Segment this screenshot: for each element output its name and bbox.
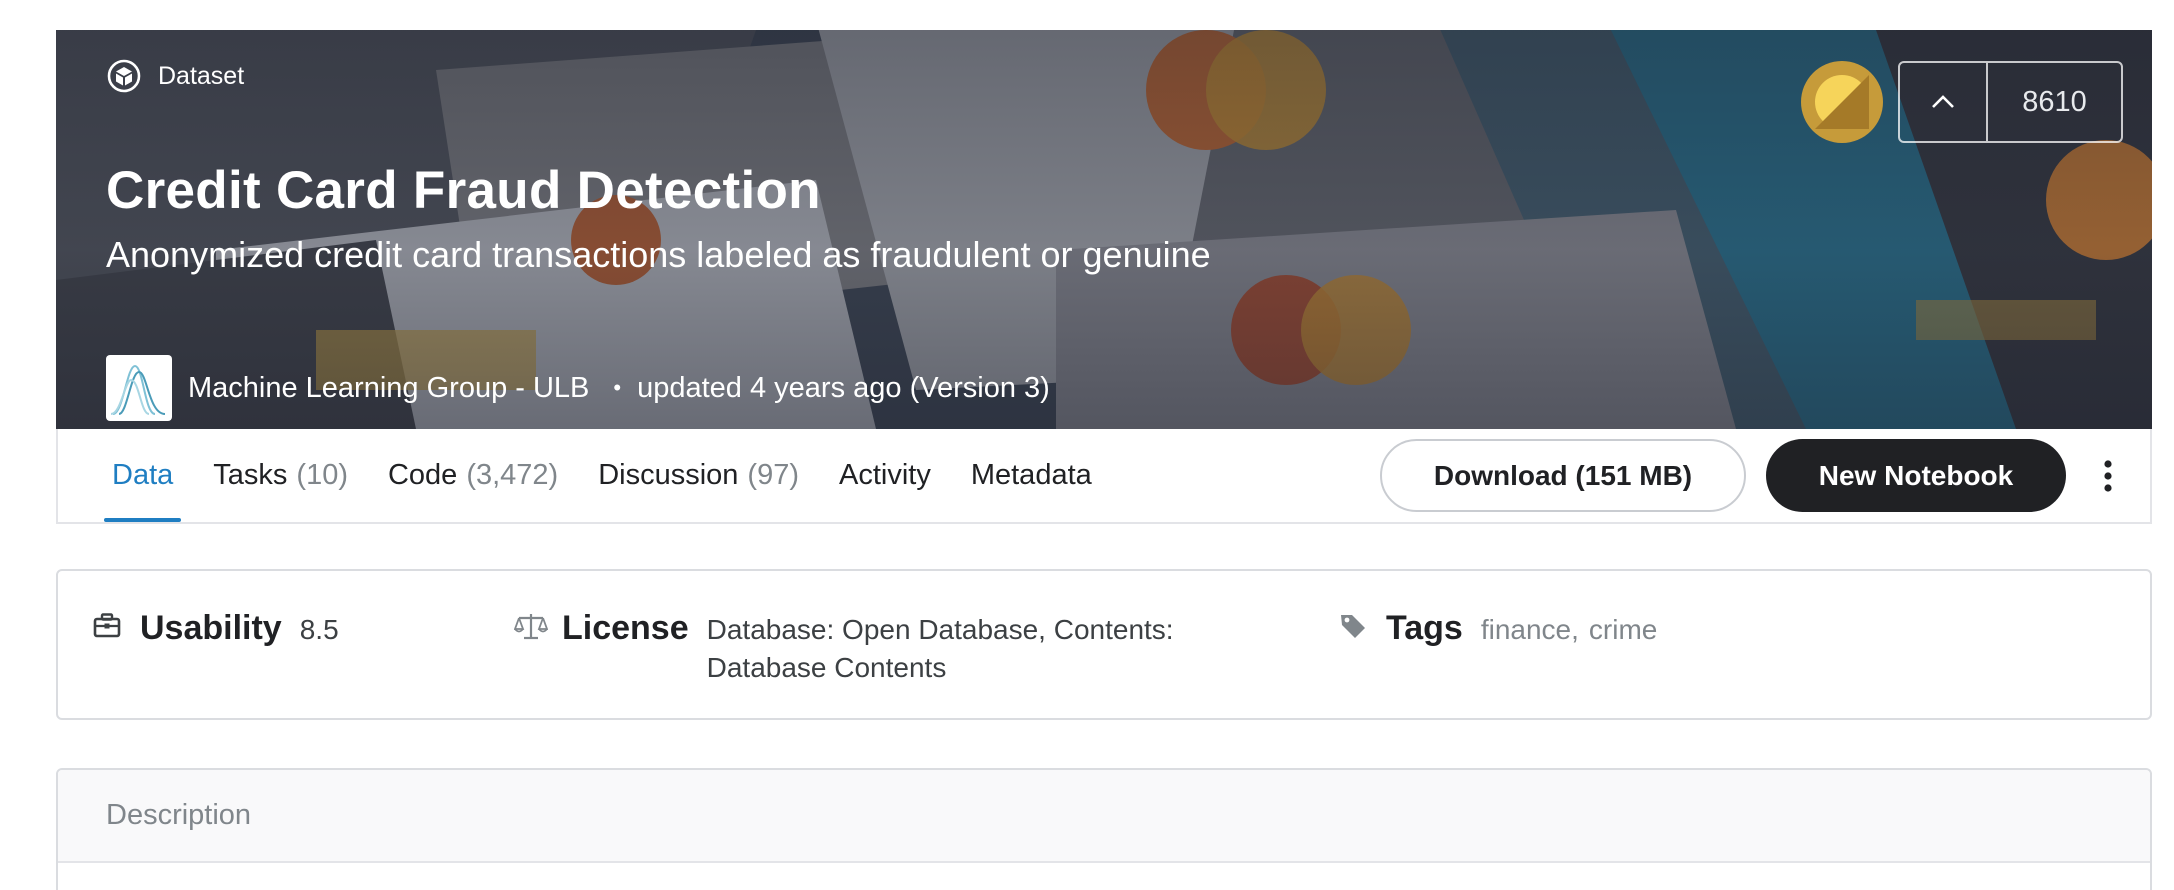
description-card: Description: [56, 768, 2152, 890]
dataset-tab-bar: Data Tasks (10) Code (3,472) Discussion …: [56, 429, 2152, 524]
tab-label: Metadata: [970, 459, 1092, 491]
tag-crime[interactable]: crime: [1589, 611, 1657, 649]
medal-icon: [1815, 75, 1869, 129]
tab-discussion[interactable]: Discussion (97): [590, 429, 807, 522]
owner-name-link[interactable]: Machine Learning Group - ULB: [188, 372, 589, 405]
updated-text: updated 4 years ago (Version 3): [637, 371, 1050, 404]
tab-metadata[interactable]: Metadata: [963, 429, 1100, 522]
tab-label: Code: [387, 459, 458, 491]
new-notebook-button[interactable]: New Notebook: [1766, 439, 2066, 512]
tab-count: (3,472): [466, 459, 559, 491]
tag-icon: [1338, 611, 1372, 645]
dataset-type-text: Dataset: [158, 61, 245, 90]
dataset-owner-row: Machine Learning Group - ULB • updated 4…: [106, 355, 1050, 421]
tab-code[interactable]: Code (3,472): [380, 429, 566, 522]
license-label: License: [562, 609, 689, 647]
tab-label: Activity: [839, 459, 931, 491]
briefcase-icon: [92, 611, 126, 645]
tab-label: Tasks: [213, 459, 288, 491]
dataset-info-card: Usability 8.5 License Database: Open Dat…: [56, 569, 2152, 720]
tags-label: Tags: [1386, 609, 1463, 647]
owner-logo-icon: [110, 364, 166, 415]
tab-label: Discussion: [598, 459, 739, 491]
tab-data[interactable]: Data: [104, 429, 182, 522]
description-body: [58, 863, 2150, 890]
gold-medal-badge[interactable]: [1801, 61, 1883, 143]
dataset-title: Credit Card Fraud Detection: [106, 161, 821, 220]
upvote-widget: 8610: [1898, 61, 2123, 143]
tag-finance[interactable]: finance: [1481, 611, 1571, 649]
description-header: Description: [58, 770, 2150, 863]
usability-score: 8.5: [299, 614, 339, 645]
tab-count: (97): [747, 459, 799, 491]
tag-list: finance , crime: [1481, 611, 1658, 649]
tag-separator: ,: [1571, 614, 1579, 645]
owner-avatar[interactable]: [106, 355, 172, 421]
tab-label: Data: [112, 459, 174, 491]
dataset-icon: [106, 58, 142, 94]
tab-count: (10): [296, 459, 348, 491]
tab-activity[interactable]: Activity: [831, 429, 939, 522]
download-button[interactable]: Download (151 MB): [1380, 439, 1746, 512]
license-section: License Database: Open Database, Content…: [514, 607, 1227, 687]
tab-list: Data Tasks (10) Code (3,472) Discussion …: [104, 429, 1124, 522]
tags-section: Tags finance , crime: [1338, 607, 1657, 649]
upvote-button[interactable]: [1900, 63, 1988, 141]
dataset-type-label: Dataset: [106, 56, 244, 96]
tab-tasks[interactable]: Tasks (10): [205, 429, 356, 522]
more-vertical-icon: [2104, 460, 2112, 492]
chevron-up-icon: [1932, 95, 1954, 108]
license-value: Database: Open Database, Contents: Datab…: [706, 614, 1174, 683]
usability-section: Usability 8.5: [92, 607, 339, 649]
scale-icon: [514, 611, 548, 645]
dataset-hero-banner: Dataset Credit Card Fraud Detection Anon…: [56, 30, 2152, 429]
usability-label: Usability: [140, 609, 282, 647]
upvote-count: 8610: [2022, 85, 2087, 118]
owner-separator-dot: •: [613, 375, 622, 400]
more-options-button[interactable]: [2088, 447, 2128, 505]
dataset-subtitle: Anonymized credit card transactions labe…: [106, 234, 1211, 275]
